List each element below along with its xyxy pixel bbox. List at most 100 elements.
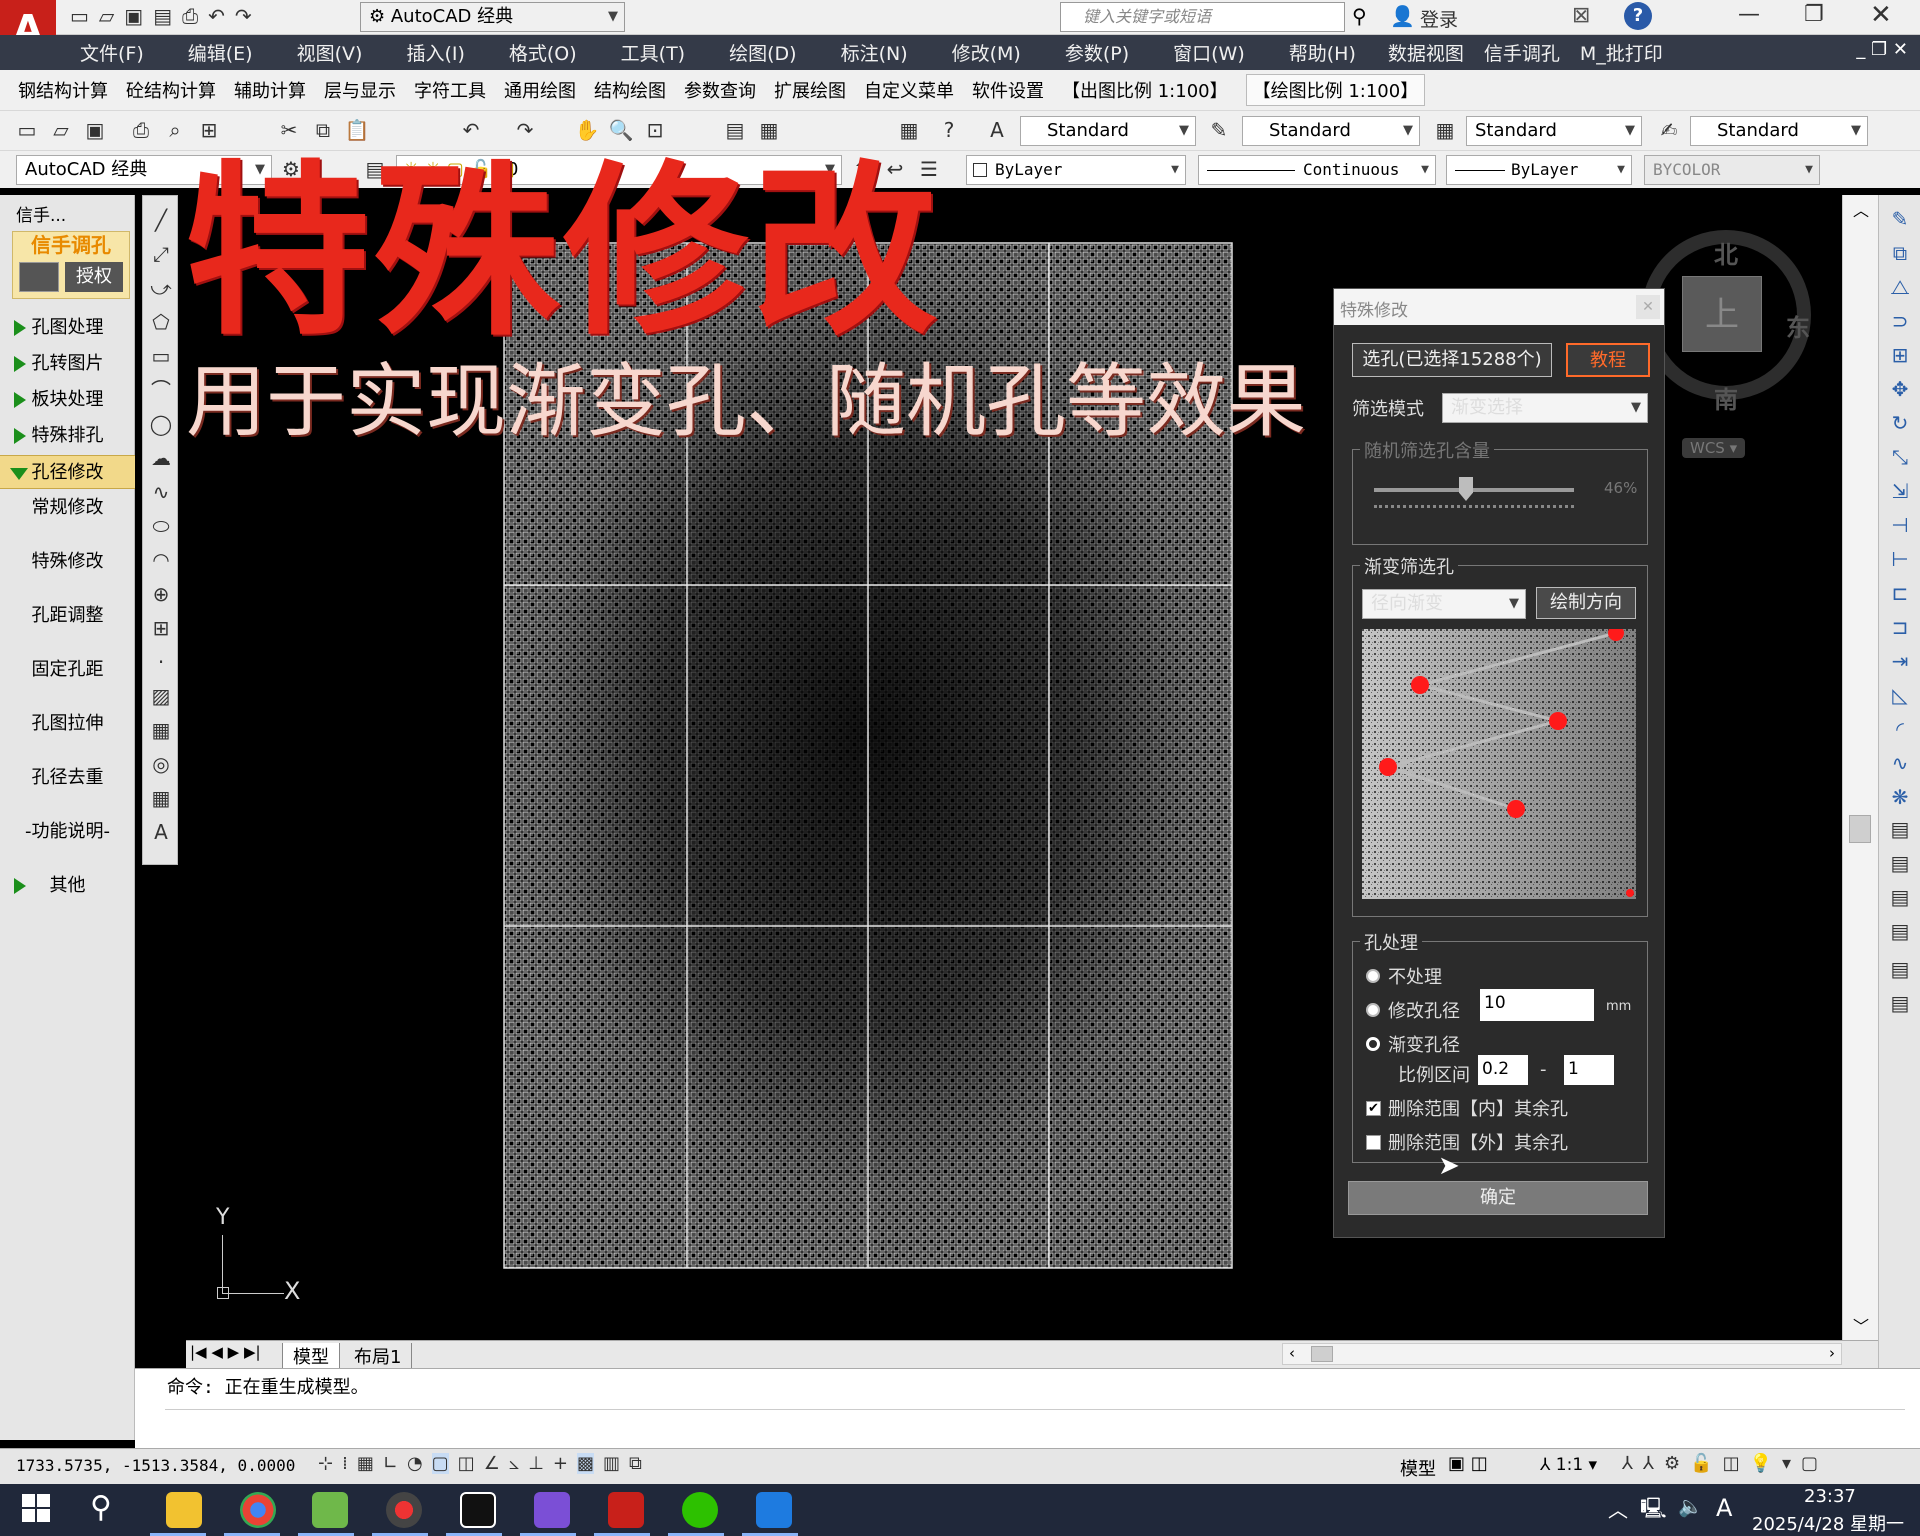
polyline-icon[interactable]: ⤻ <box>149 276 173 300</box>
blend-icon[interactable]: ∿ <box>1888 751 1912 775</box>
point-icon[interactable]: · <box>149 650 173 674</box>
preview-icon[interactable]: ⌕ <box>162 117 188 143</box>
infer-icon[interactable]: ⊹ <box>318 1453 333 1474</box>
search-input[interactable]: 键入关键字或短语 <box>1060 2 1345 32</box>
array-icon[interactable]: ⊞ <box>1888 343 1912 367</box>
select-holes-button[interactable]: 选孔(已选择15288个) <box>1352 343 1552 377</box>
draworder-under-icon[interactable]: ▤ <box>1888 919 1912 943</box>
visualstudio-icon[interactable] <box>534 1492 570 1528</box>
dim-style-dropdown[interactable]: Standard ▼ <box>1242 116 1420 146</box>
new-icon[interactable]: ▭ <box>70 4 89 28</box>
scroll-thumb[interactable] <box>1849 815 1871 843</box>
radio-modify-diameter[interactable] <box>1366 1003 1380 1017</box>
model-space-button[interactable]: 模型 <box>1400 1455 1436 1481</box>
redo-icon[interactable]: ↷ <box>235 4 252 28</box>
draworder-front-icon[interactable]: ▤ <box>1888 817 1912 841</box>
menu-edit[interactable]: 编辑(E) <box>166 39 275 66</box>
viewcube-east[interactable]: 东 <box>1786 308 1810 343</box>
network-icon[interactable]: 🖳 <box>1640 1494 1667 1528</box>
tab-nav-arrows[interactable]: |◀ ◀ ▶ ▶| <box>190 1343 261 1361</box>
plugin-draw-scale[interactable]: 【绘图比例 1:100】 <box>1245 74 1426 106</box>
delete-outside-checkbox[interactable] <box>1366 1135 1381 1150</box>
menu-parametric[interactable]: 参数(P) <box>1043 39 1151 66</box>
coordinates-readout[interactable]: 1733.5735, -1513.3584, 0.0000 <box>16 1456 295 1475</box>
nav-block-process[interactable]: 板块处理 <box>0 383 135 417</box>
text-style-icon[interactable]: A <box>984 117 1010 143</box>
scroll-up-icon[interactable]: ︿ <box>1853 197 1869 221</box>
gradient-icon[interactable]: ▦ <box>149 718 173 742</box>
designcenter-icon[interactable]: ▦ <box>756 117 782 143</box>
plugin-text-tools[interactable]: 字符工具 <box>414 77 486 103</box>
viewcube-top-face[interactable]: 上 <box>1682 276 1762 352</box>
menu-insert[interactable]: 插入(I) <box>384 39 486 66</box>
viewcube-north[interactable]: 北 <box>1714 235 1738 270</box>
qp-icon[interactable]: ▥ <box>603 1453 620 1474</box>
paste-icon[interactable]: 📋 <box>344 117 370 143</box>
save-file-icon[interactable]: ▣ <box>82 117 108 143</box>
scroll-down-icon[interactable]: ﹀ <box>1853 1313 1869 1337</box>
doc-window-controls[interactable]: _ ❐ ✕ <box>1856 39 1908 60</box>
menu-batchprint[interactable]: M_批打印 <box>1570 39 1673 66</box>
draw-direction-button[interactable]: 绘制方向 <box>1536 587 1636 619</box>
copy-icon[interactable]: ⧉ <box>310 117 336 143</box>
layout-view-icons[interactable]: ▣ ◫ <box>1448 1453 1488 1474</box>
text-front-icon[interactable]: ▤ <box>1888 957 1912 981</box>
offset-icon[interactable]: ⊃ <box>1888 309 1912 333</box>
scroll-right-icon[interactable]: › <box>1829 1344 1835 1362</box>
search-taskbar-icon[interactable]: ⚲ <box>90 1490 112 1525</box>
3dosnap-icon[interactable]: ◫ <box>458 1453 475 1474</box>
tray-chevron-icon[interactable]: ︿ <box>1608 1494 1628 1523</box>
notepad-icon[interactable] <box>312 1492 348 1528</box>
status-menu-icon[interactable]: ▾ <box>1782 1453 1791 1474</box>
radio-modify-diameter-label[interactable]: 修改孔径 <box>1388 997 1460 1023</box>
workspace-switch-icon[interactable]: ⚙ <box>1664 1453 1680 1474</box>
ratio-min-input[interactable]: 0.2 <box>1478 1055 1528 1085</box>
start-icon[interactable] <box>22 1494 50 1522</box>
clock-date[interactable]: 2025/4/28 星期一 <box>1752 1510 1904 1536</box>
capcut-icon[interactable] <box>460 1492 496 1528</box>
autoscale-icon[interactable]: ⅄ <box>1643 1453 1654 1474</box>
plugin-output-scale[interactable]: 【出图比例 1:100】 <box>1062 77 1228 103</box>
table-icon[interactable]: ▦ <box>149 786 173 810</box>
extend-icon[interactable]: ⊢ <box>1888 547 1912 571</box>
save-icon[interactable]: ▣ <box>124 4 143 28</box>
isolate-icon[interactable]: 💡 <box>1750 1453 1772 1474</box>
region-icon[interactable]: ◎ <box>149 752 173 776</box>
ellipse-icon[interactable]: ⬭ <box>149 514 173 538</box>
menu-tools[interactable]: 工具(T) <box>599 39 707 66</box>
delete-inside-checkbox[interactable]: ✔ <box>1366 1101 1381 1116</box>
radio-no-process[interactable] <box>1366 969 1380 983</box>
snap-icon[interactable]: ⁞ <box>342 1453 348 1474</box>
menu-dataview[interactable]: 数据视图 <box>1378 39 1474 66</box>
copy-object-icon[interactable]: ⧉ <box>1888 241 1912 265</box>
plugin-aux-calc[interactable]: 辅助计算 <box>234 77 306 103</box>
close-icon[interactable]: ✕ <box>1870 0 1892 30</box>
grid-icon[interactable]: ▦ <box>357 1453 374 1474</box>
nav-diameter-modify[interactable]: 孔径修改 <box>0 455 135 489</box>
login-link[interactable]: 登录 <box>1420 5 1458 32</box>
plugin-ext-draw[interactable]: 扩展绘图 <box>774 77 846 103</box>
linetype-dropdown[interactable]: Continuous ▼ <box>1198 155 1436 185</box>
redo-toolbar-icon[interactable]: ↷ <box>512 117 538 143</box>
insert-block-icon[interactable]: ⊕ <box>149 582 173 606</box>
nav-fixed-spacing[interactable]: 固定孔距 <box>0 653 135 687</box>
menu-dimension[interactable]: 标注(N) <box>819 39 930 66</box>
menu-file[interactable]: 文件(F) <box>58 39 166 66</box>
random-slider-track[interactable] <box>1374 488 1574 492</box>
text-style-dropdown[interactable]: Standard ▼ <box>1020 116 1196 146</box>
chamfer-icon[interactable]: ◺ <box>1888 683 1912 707</box>
draworder-above-icon[interactable]: ▤ <box>1888 885 1912 909</box>
annotation-visibility-icon[interactable]: ⅄ <box>1622 1453 1633 1474</box>
annotation-scale[interactable]: ⅄ 1:1 ▾ <box>1540 1455 1597 1475</box>
gradient-preview[interactable] <box>1362 629 1636 899</box>
nav-dedupe[interactable]: 孔径去重 <box>0 761 135 795</box>
break-icon[interactable]: ⊐ <box>1888 615 1912 639</box>
delete-inside-label[interactable]: 删除范围【内】其余孔 <box>1388 1095 1568 1121</box>
clean-screen-icon[interactable]: ▢ <box>1801 1453 1818 1474</box>
menu-xinshou[interactable]: 信手调孔 <box>1474 39 1570 66</box>
calculator-icon[interactable]: ▦ <box>896 117 922 143</box>
help-toolbar-icon[interactable]: ? <box>936 117 962 143</box>
recorder-icon[interactable] <box>386 1492 422 1528</box>
minimize-icon[interactable]: — <box>1738 2 1760 27</box>
user-icon[interactable]: 👤 <box>1390 4 1415 28</box>
